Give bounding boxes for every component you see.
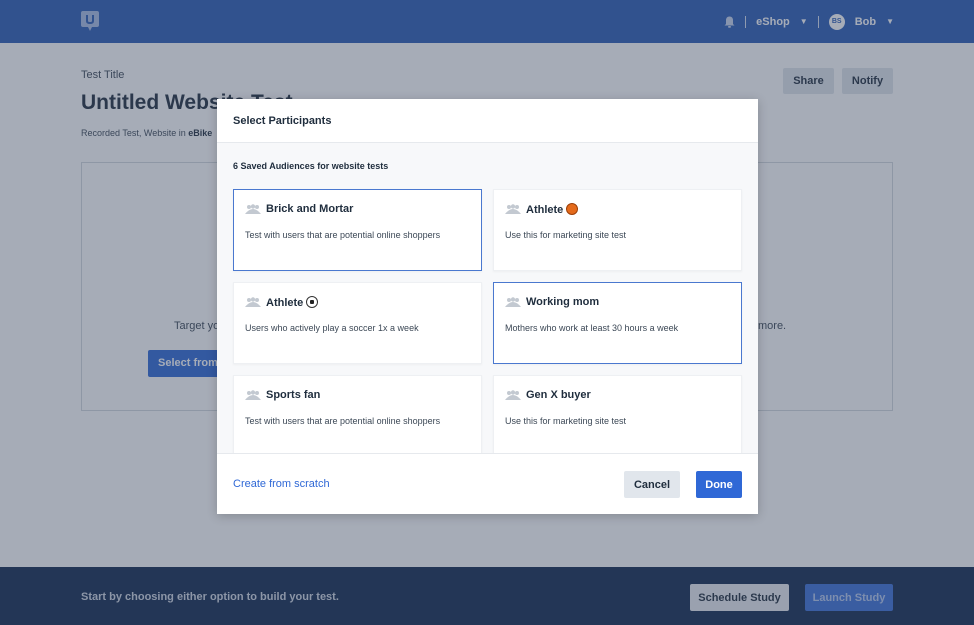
audience-card[interactable]: Athlete Users who actively play a soccer…	[233, 282, 482, 364]
people-icon	[245, 297, 261, 307]
audience-card[interactable]: Gen X buyer Use this for marketing site …	[493, 375, 742, 453]
audience-description: Users who actively play a soccer 1x a we…	[245, 323, 419, 333]
done-button[interactable]: Done	[696, 471, 742, 498]
audience-description: Use this for marketing site test	[505, 416, 627, 426]
soccer-ball-icon	[306, 296, 319, 308]
audience-name: Gen X buyer	[526, 389, 591, 401]
audience-description: Use this for marketing site test	[505, 230, 627, 240]
audience-description: Test with users that are potential onlin…	[245, 416, 441, 426]
people-icon	[505, 297, 521, 307]
audience-card[interactable]: Sports fan Test with users that are pote…	[233, 375, 482, 453]
people-icon	[505, 390, 521, 400]
saved-audiences-label: 6 Saved Audiences for website tests	[233, 161, 389, 171]
audience-name: Athlete	[266, 296, 319, 309]
audience-card[interactable]: Brick and Mortar Test with users that ar…	[233, 189, 482, 271]
audience-name: Sports fan	[266, 389, 321, 401]
audience-description: Test with users that are potential onlin…	[245, 230, 441, 240]
audience-name: Working mom	[526, 296, 600, 308]
audience-card[interactable]: Working mom Mothers who work at least 30…	[493, 282, 742, 364]
select-participants-modal: Select Participants 6 Saved Audiences fo…	[217, 99, 758, 514]
create-from-scratch-link[interactable]: Create from scratch	[233, 478, 330, 490]
audience-description: Mothers who work at least 30 hours a wee…	[505, 323, 679, 333]
modal-body: 6 Saved Audiences for website tests Bric…	[217, 143, 758, 453]
audience-card[interactable]: Athlete Use this for marketing site test	[493, 189, 742, 271]
basketball-icon	[566, 203, 579, 215]
people-icon	[245, 390, 261, 400]
cancel-button[interactable]: Cancel	[624, 471, 680, 498]
audience-name: Athlete	[526, 203, 579, 216]
people-icon	[505, 204, 521, 214]
modal-footer: Create from scratch Cancel Done	[217, 453, 758, 514]
audience-name: Brick and Mortar	[266, 203, 354, 215]
people-icon	[245, 204, 261, 214]
modal-title: Select Participants	[217, 99, 758, 143]
